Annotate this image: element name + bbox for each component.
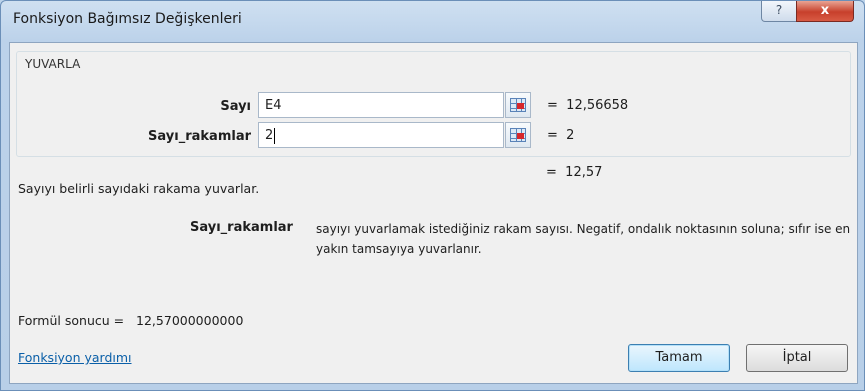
arg-equals-sayi: = 12,56658	[547, 98, 629, 113]
dialog-window: Fonksiyon Bağımsız Değişkenleri ? x YUVA…	[0, 0, 865, 391]
total-result: = 12,57	[546, 165, 603, 180]
dialog-title: Fonksiyon Bağımsız Değişkenleri	[13, 11, 242, 27]
arg-input-sayi-rakamlar[interactable]: 2	[258, 122, 504, 148]
arg-description-name: Sayı_rakamlar	[190, 220, 293, 235]
arg-result-sayi: 12,56658	[566, 98, 629, 113]
arg-label-sayi: Sayı	[220, 99, 251, 114]
function-help-link[interactable]: Fonksiyon yardımı	[18, 350, 132, 365]
dialog-body: YUVARLA Sayı E4 = 12,56658 Sayı_rakamlar…	[9, 42, 858, 384]
ok-button[interactable]: Tamam	[628, 344, 730, 372]
formula-result-value: 12,57000000000	[136, 313, 244, 328]
arg-value-sayi-rakamlar: 2	[265, 128, 274, 143]
arg-equals-sayi-rakamlar: = 2	[547, 128, 575, 143]
cancel-button[interactable]: İptal	[746, 344, 848, 372]
arg-input-sayi[interactable]: E4	[258, 92, 504, 118]
arg-label-sayi-rakamlar: Sayı_rakamlar	[148, 129, 251, 144]
close-button[interactable]: x	[796, 1, 854, 22]
function-description: Sayıyı belirli sayıdaki rakama yuvarlar.	[18, 181, 260, 196]
formula-result-label: Formül sonucu =	[18, 313, 125, 328]
title-bar[interactable]: Fonksiyon Bağımsız Değişkenleri ? x	[1, 1, 864, 41]
function-name: YUVARLA	[25, 57, 81, 71]
arg-value-sayi: E4	[265, 98, 282, 113]
arg-description-text: sayıyı yuvarlamak istediğiniz rakam sayı…	[316, 222, 851, 256]
help-button[interactable]: ?	[761, 1, 797, 22]
formula-result: Formül sonucu = 12,57000000000	[18, 313, 243, 328]
collapse-dialog-icon[interactable]	[505, 92, 531, 118]
function-group-box: YUVARLA Sayı E4 = 12,56658 Sayı_rakamlar…	[16, 51, 851, 157]
collapse-dialog-icon[interactable]	[505, 122, 531, 148]
text-caret	[274, 127, 276, 144]
total-result-value: 12,57	[565, 165, 603, 180]
arg-result-sayi-rakamlar: 2	[566, 128, 575, 143]
